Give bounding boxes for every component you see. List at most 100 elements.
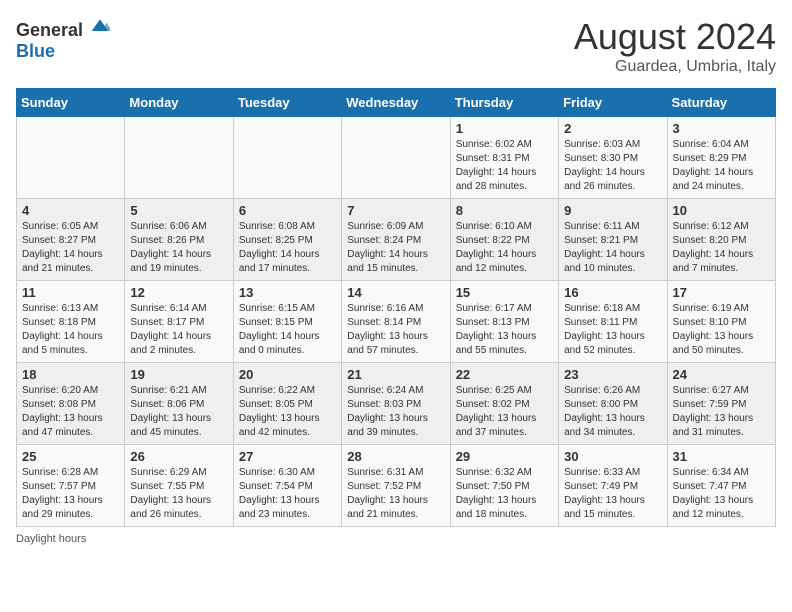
calendar-cell xyxy=(17,117,125,199)
day-info: Sunrise: 6:18 AM Sunset: 8:11 PM Dayligh… xyxy=(564,302,661,358)
day-number: 30 xyxy=(564,449,661,464)
calendar-title: August 2024 xyxy=(574,16,776,58)
calendar-cell: 24 Sunrise: 6:27 AM Sunset: 7:59 PM Dayli… xyxy=(667,363,775,445)
day-header-friday: Friday xyxy=(559,89,667,117)
day-info: Sunrise: 6:34 AM Sunset: 7:47 PM Dayligh… xyxy=(673,466,770,522)
day-info: Sunrise: 6:15 AM Sunset: 8:15 PM Dayligh… xyxy=(239,302,336,358)
day-number: 7 xyxy=(347,203,444,218)
day-number: 20 xyxy=(239,367,336,382)
calendar-cell: 3 Sunrise: 6:04 AM Sunset: 8:29 PM Daylig… xyxy=(667,117,775,199)
calendar-cell: 15Sunrise: 6:17 AM Sunset: 8:13 PM Dayli… xyxy=(450,281,558,363)
calendar-cell: 16Sunrise: 6:18 AM Sunset: 8:11 PM Dayli… xyxy=(559,281,667,363)
day-info: Sunrise: 6:21 AM Sunset: 8:06 PM Dayligh… xyxy=(130,384,227,440)
day-number: 18 xyxy=(22,367,119,382)
calendar-cell xyxy=(342,117,450,199)
calendar-cell xyxy=(233,117,341,199)
title-area: August 2024 Guardea, Umbria, Italy xyxy=(574,16,776,76)
day-number: 6 xyxy=(239,203,336,218)
day-info: Sunrise: 6:20 AM Sunset: 8:08 PM Dayligh… xyxy=(22,384,119,440)
week-row-5: 25 Sunrise: 6:28 AM Sunset: 7:57 PM Dayli… xyxy=(17,445,776,527)
day-number: 2 xyxy=(564,121,661,136)
calendar-cell: 28 Sunrise: 6:31 AM Sunset: 7:52 PM Dayli… xyxy=(342,445,450,527)
calendar-cell: 23Sunrise: 6:26 AM Sunset: 8:00 PM Dayli… xyxy=(559,363,667,445)
week-row-1: 1 Sunrise: 6:02 AM Sunset: 8:31 PM Daylig… xyxy=(17,117,776,199)
calendar-cell: 9Sunrise: 6:11 AM Sunset: 8:21 PM Daylig… xyxy=(559,199,667,281)
day-number: 13 xyxy=(239,285,336,300)
day-number: 29 xyxy=(456,449,553,464)
day-number: 25 xyxy=(22,449,119,464)
day-number: 14 xyxy=(347,285,444,300)
day-info: Sunrise: 6:05 AM Sunset: 8:27 PM Dayligh… xyxy=(22,220,119,276)
day-number: 3 xyxy=(673,121,770,136)
day-number: 5 xyxy=(130,203,227,218)
day-info: Sunrise: 6:09 AM Sunset: 8:24 PM Dayligh… xyxy=(347,220,444,276)
day-number: 8 xyxy=(456,203,553,218)
day-number: 19 xyxy=(130,367,227,382)
day-number: 31 xyxy=(673,449,770,464)
calendar-subtitle: Guardea, Umbria, Italy xyxy=(574,58,776,76)
day-info: Sunrise: 6:16 AM Sunset: 8:14 PM Dayligh… xyxy=(347,302,444,358)
day-info: Sunrise: 6:14 AM Sunset: 8:17 PM Dayligh… xyxy=(130,302,227,358)
day-info: Sunrise: 6:29 AM Sunset: 7:55 PM Dayligh… xyxy=(130,466,227,522)
day-info: Sunrise: 6:11 AM Sunset: 8:21 PM Dayligh… xyxy=(564,220,661,276)
day-info: Sunrise: 6:08 AM Sunset: 8:25 PM Dayligh… xyxy=(239,220,336,276)
day-number: 21 xyxy=(347,367,444,382)
calendar-cell: 27 Sunrise: 6:30 AM Sunset: 7:54 PM Dayli… xyxy=(233,445,341,527)
day-info: Sunrise: 6:10 AM Sunset: 8:22 PM Dayligh… xyxy=(456,220,553,276)
day-info: Sunrise: 6:02 AM Sunset: 8:31 PM Dayligh… xyxy=(456,138,553,194)
day-number: 1 xyxy=(456,121,553,136)
day-info: Sunrise: 6:12 AM Sunset: 8:20 PM Dayligh… xyxy=(673,220,770,276)
calendar-cell xyxy=(125,117,233,199)
day-info: Sunrise: 6:19 AM Sunset: 8:10 PM Dayligh… xyxy=(673,302,770,358)
week-row-2: 4 Sunrise: 6:05 AM Sunset: 8:27 PM Daylig… xyxy=(17,199,776,281)
calendar-cell: 29 Sunrise: 6:32 AM Sunset: 7:50 PM Dayli… xyxy=(450,445,558,527)
header: General Blue August 2024 Guardea, Umbria… xyxy=(16,16,776,76)
calendar-cell: 31 Sunrise: 6:34 AM Sunset: 7:47 PM Dayli… xyxy=(667,445,775,527)
day-number: 28 xyxy=(347,449,444,464)
day-number: 22 xyxy=(456,367,553,382)
day-headers-row: SundayMondayTuesdayWednesdayThursdayFrid… xyxy=(17,89,776,117)
calendar-cell: 8 Sunrise: 6:10 AM Sunset: 8:22 PM Daylig… xyxy=(450,199,558,281)
calendar-cell: 20Sunrise: 6:22 AM Sunset: 8:05 PM Dayli… xyxy=(233,363,341,445)
logo-general-text: General xyxy=(16,20,83,40)
day-info: Sunrise: 6:04 AM Sunset: 8:29 PM Dayligh… xyxy=(673,138,770,194)
week-row-4: 18 Sunrise: 6:20 AM Sunset: 8:08 PM Dayli… xyxy=(17,363,776,445)
day-info: Sunrise: 6:25 AM Sunset: 8:02 PM Dayligh… xyxy=(456,384,553,440)
day-number: 12 xyxy=(130,285,227,300)
calendar-cell: 22 Sunrise: 6:25 AM Sunset: 8:02 PM Dayli… xyxy=(450,363,558,445)
calendar-cell: 14 Sunrise: 6:16 AM Sunset: 8:14 PM Dayli… xyxy=(342,281,450,363)
day-header-wednesday: Wednesday xyxy=(342,89,450,117)
day-info: Sunrise: 6:31 AM Sunset: 7:52 PM Dayligh… xyxy=(347,466,444,522)
calendar-cell: 17Sunrise: 6:19 AM Sunset: 8:10 PM Dayli… xyxy=(667,281,775,363)
day-number: 24 xyxy=(673,367,770,382)
calendar-cell: 21 Sunrise: 6:24 AM Sunset: 8:03 PM Dayli… xyxy=(342,363,450,445)
day-number: 26 xyxy=(130,449,227,464)
week-row-3: 11 Sunrise: 6:13 AM Sunset: 8:18 PM Dayli… xyxy=(17,281,776,363)
calendar-cell: 7 Sunrise: 6:09 AM Sunset: 8:24 PM Daylig… xyxy=(342,199,450,281)
calendar-cell: 10Sunrise: 6:12 AM Sunset: 8:20 PM Dayli… xyxy=(667,199,775,281)
calendar-cell: 25 Sunrise: 6:28 AM Sunset: 7:57 PM Dayli… xyxy=(17,445,125,527)
calendar-cell: 30Sunrise: 6:33 AM Sunset: 7:49 PM Dayli… xyxy=(559,445,667,527)
day-info: Sunrise: 6:27 AM Sunset: 7:59 PM Dayligh… xyxy=(673,384,770,440)
day-info: Sunrise: 6:06 AM Sunset: 8:26 PM Dayligh… xyxy=(130,220,227,276)
day-info: Sunrise: 6:17 AM Sunset: 8:13 PM Dayligh… xyxy=(456,302,553,358)
calendar-cell: 6 Sunrise: 6:08 AM Sunset: 8:25 PM Daylig… xyxy=(233,199,341,281)
day-info: Sunrise: 6:32 AM Sunset: 7:50 PM Dayligh… xyxy=(456,466,553,522)
day-info: Sunrise: 6:24 AM Sunset: 8:03 PM Dayligh… xyxy=(347,384,444,440)
day-info: Sunrise: 6:13 AM Sunset: 8:18 PM Dayligh… xyxy=(22,302,119,358)
logo: General Blue xyxy=(16,16,110,62)
day-info: Sunrise: 6:30 AM Sunset: 7:54 PM Dayligh… xyxy=(239,466,336,522)
day-number: 27 xyxy=(239,449,336,464)
day-header-thursday: Thursday xyxy=(450,89,558,117)
day-info: Sunrise: 6:28 AM Sunset: 7:57 PM Dayligh… xyxy=(22,466,119,522)
calendar-cell: 4 Sunrise: 6:05 AM Sunset: 8:27 PM Daylig… xyxy=(17,199,125,281)
day-number: 4 xyxy=(22,203,119,218)
day-header-saturday: Saturday xyxy=(667,89,775,117)
calendar-cell: 12 Sunrise: 6:14 AM Sunset: 8:17 PM Dayli… xyxy=(125,281,233,363)
calendar-cell: 2Sunrise: 6:03 AM Sunset: 8:30 PM Daylig… xyxy=(559,117,667,199)
day-number: 23 xyxy=(564,367,661,382)
day-header-tuesday: Tuesday xyxy=(233,89,341,117)
day-header-sunday: Sunday xyxy=(17,89,125,117)
day-number: 11 xyxy=(22,285,119,300)
calendar-cell: 11 Sunrise: 6:13 AM Sunset: 8:18 PM Dayli… xyxy=(17,281,125,363)
